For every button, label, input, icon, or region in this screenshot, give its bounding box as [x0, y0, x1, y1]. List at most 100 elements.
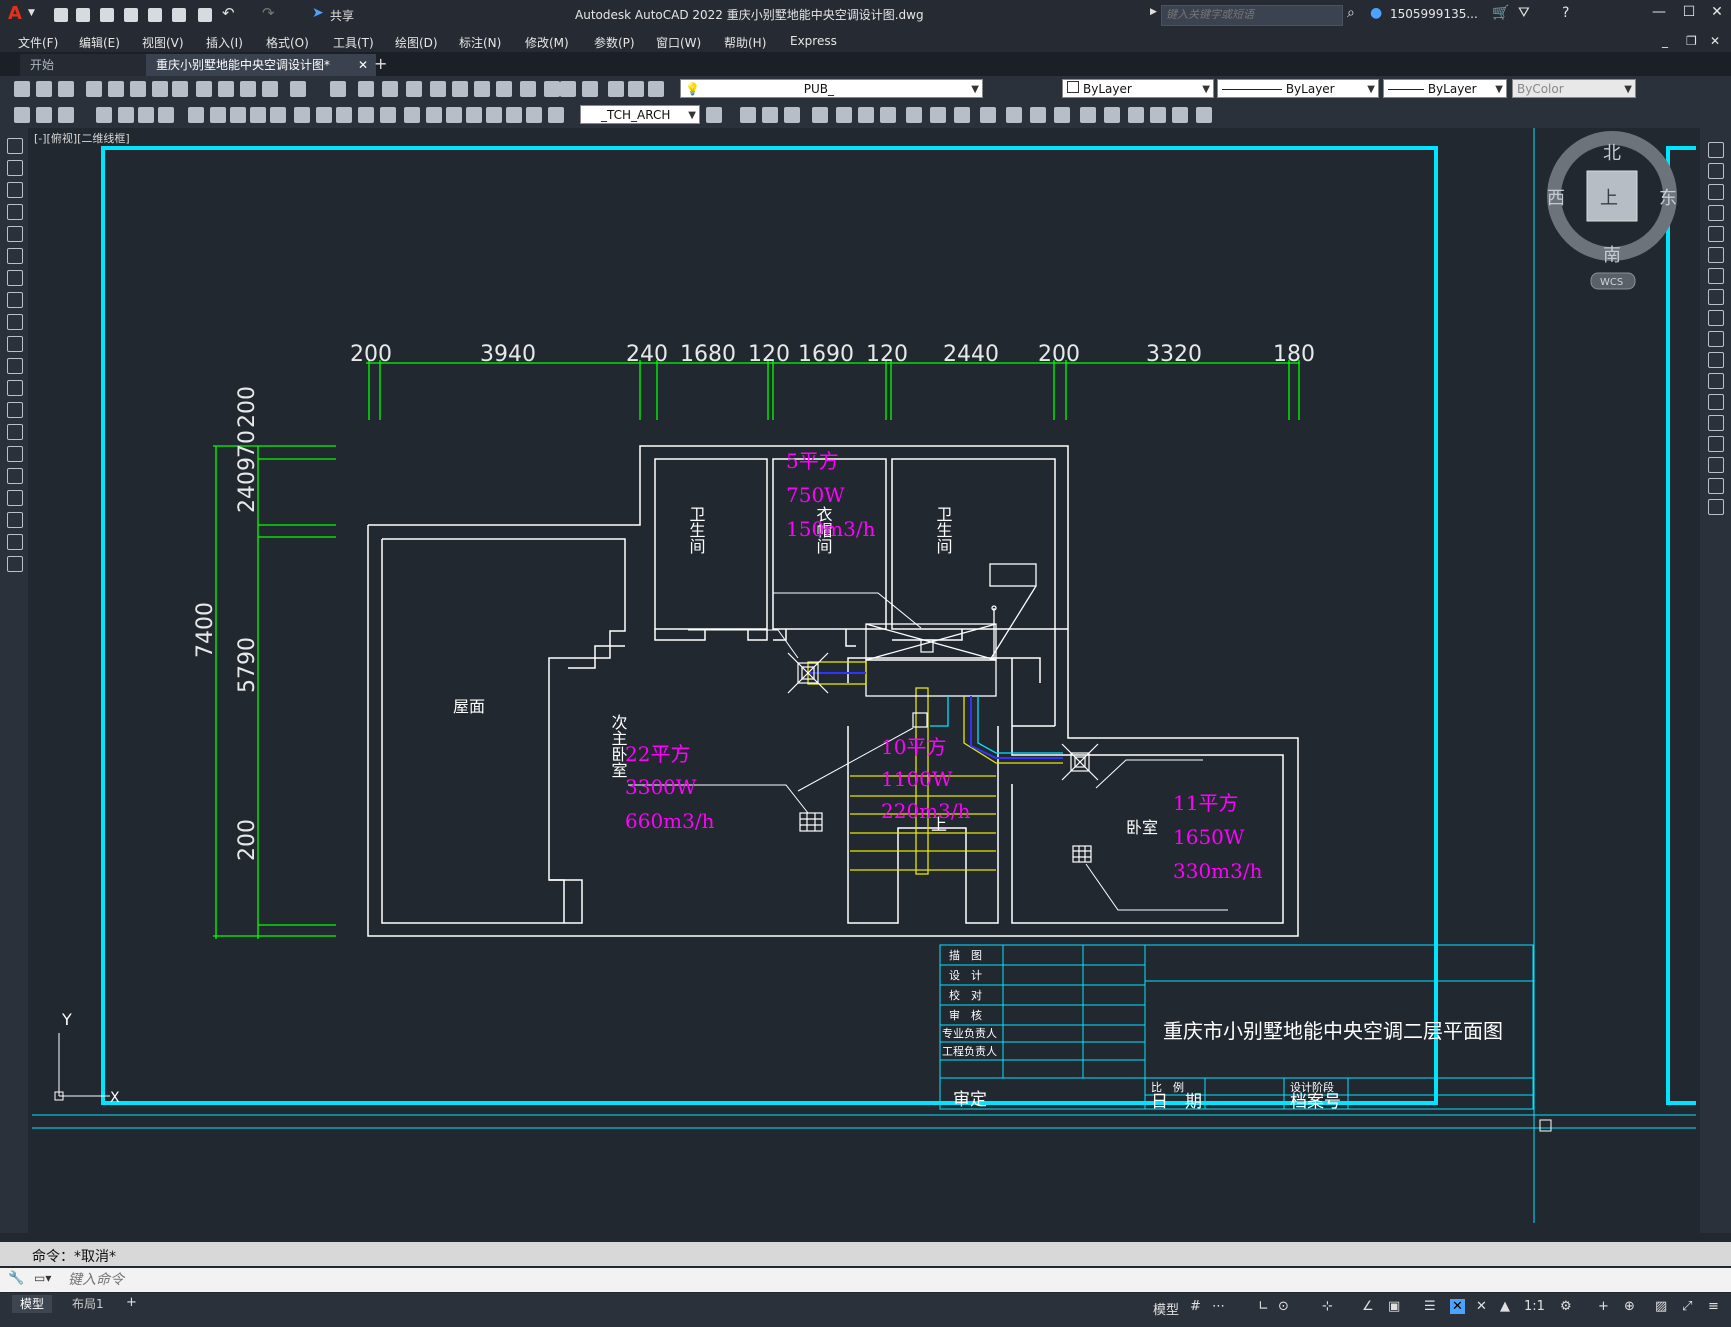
draw-tool-icon-17[interactable] — [7, 512, 23, 528]
tangent-tool-icon-5[interactable] — [138, 107, 154, 123]
standard-tool-icon-20[interactable] — [496, 81, 512, 97]
tangent-tool-icon-7[interactable] — [188, 107, 204, 123]
standard-tool-icon-26[interactable] — [628, 81, 644, 97]
draw-tool-icon-3[interactable] — [7, 204, 23, 220]
draw-tool-icon-8[interactable] — [7, 314, 23, 330]
transparency-icon[interactable]: ▣ — [1388, 1299, 1400, 1314]
standard-tool-icon-15[interactable] — [382, 81, 398, 97]
draw-tool-icon-18[interactable] — [7, 534, 23, 550]
modify-tool-icon-3[interactable] — [1708, 205, 1724, 221]
autodesk-icon[interactable]: ⛛ — [1518, 5, 1530, 21]
tangent-tool-icon-10[interactable] — [250, 107, 266, 123]
standard-tool-icon-25[interactable] — [608, 81, 624, 97]
tangent-tool-icon-14[interactable] — [336, 107, 352, 123]
search-expand-icon[interactable]: ▶ — [1150, 7, 1157, 17]
textstyle-combo[interactable]: _TCH_ARCH ▼ — [580, 105, 700, 124]
autocad-logo-icon[interactable]: A — [8, 3, 22, 24]
standard-tool-icon-18[interactable] — [452, 81, 468, 97]
tangent-tool-icon-26[interactable] — [740, 107, 756, 123]
tangent-tool-icon-22[interactable] — [506, 107, 522, 123]
draw-tool-icon-16[interactable] — [7, 490, 23, 506]
redo-icon[interactable]: ↷ — [262, 4, 275, 22]
draw-tool-icon-9[interactable] — [7, 336, 23, 352]
save-icon[interactable] — [100, 8, 114, 22]
menu-modify[interactable]: 修改(M) — [525, 34, 569, 51]
tangent-tool-icon-45[interactable] — [1196, 107, 1212, 123]
saveas-icon[interactable] — [124, 8, 138, 22]
annotation-scale-icon[interactable]: ▲ — [1500, 1299, 1510, 1314]
modify-tool-icon-10[interactable] — [1708, 352, 1724, 368]
standard-tool-icon-22[interactable] — [544, 81, 560, 97]
osnap-icon[interactable]: ⊹ — [1322, 1299, 1333, 1314]
drawing-canvas[interactable]: [-][俯视][二维线框] 200 3940 240 1680 120 1690… — [28, 128, 1700, 1233]
tangent-tool-icon-39[interactable] — [1054, 107, 1070, 123]
publish-icon[interactable] — [148, 8, 162, 22]
menu-window[interactable]: 窗口(W) — [656, 34, 701, 51]
search-icon[interactable]: ⌕ — [1347, 5, 1355, 21]
auto-scale-icon[interactable]: ✕ — [1476, 1299, 1487, 1314]
standard-tool-icon-6[interactable] — [152, 81, 168, 97]
standard-tool-icon-9[interactable] — [218, 81, 234, 97]
doc-restore-icon[interactable]: ❐ — [1686, 34, 1697, 48]
modify-tool-icon-13[interactable] — [1708, 415, 1724, 431]
standard-tool-icon-12[interactable] — [290, 81, 306, 97]
draw-tool-icon-4[interactable] — [7, 226, 23, 242]
color-combo[interactable]: ByLayer ▼ — [1062, 79, 1214, 98]
tangent-tool-icon-23[interactable] — [526, 107, 542, 123]
search-box[interactable] — [1161, 5, 1343, 26]
layer-combo[interactable]: 💡 PUB_ ▼ — [680, 79, 983, 98]
tangent-tool-icon-35[interactable] — [954, 107, 970, 123]
add-layout-icon[interactable]: + — [126, 1295, 137, 1310]
tangent-tool-icon-25[interactable] — [706, 107, 722, 123]
draw-tool-icon-13[interactable] — [7, 424, 23, 440]
draw-tool-icon-7[interactable] — [7, 292, 23, 308]
cart-icon[interactable]: 🛒 — [1492, 5, 1509, 21]
wrench-icon[interactable]: 🔧 — [8, 1271, 24, 1286]
customize-icon[interactable]: ≡ — [1708, 1299, 1719, 1314]
tangent-tool-icon-40[interactable] — [1080, 107, 1096, 123]
tangent-tool-icon-24[interactable] — [548, 107, 564, 123]
command-line[interactable]: 🔧 ▭▾ — [0, 1268, 1731, 1292]
menu-format[interactable]: 格式(O) — [266, 34, 309, 51]
tangent-tool-icon-1[interactable] — [36, 107, 52, 123]
modify-tool-icon-6[interactable] — [1708, 268, 1724, 284]
command-input[interactable] — [66, 1270, 670, 1290]
search-input[interactable] — [1162, 6, 1340, 23]
plot-icon[interactable] — [198, 8, 212, 22]
polar-icon[interactable]: ⊙ — [1278, 1299, 1289, 1314]
modify-tool-icon-7[interactable] — [1708, 289, 1724, 305]
tangent-tool-icon-32[interactable] — [880, 107, 896, 123]
user-icon[interactable]: ● — [1370, 5, 1382, 21]
doc-close-icon[interactable]: ✕ — [1710, 34, 1720, 48]
plotstyle-combo[interactable]: ByColor ▼ — [1512, 79, 1636, 98]
tangent-tool-icon-34[interactable] — [930, 107, 946, 123]
modify-tool-icon-14[interactable] — [1708, 436, 1724, 452]
menu-edit[interactable]: 编辑(E) — [79, 34, 120, 51]
settings-icon[interactable]: ⚙ — [1560, 1299, 1572, 1314]
tangent-tool-icon-16[interactable] — [380, 107, 396, 123]
menu-dimension[interactable]: 标注(N) — [459, 34, 501, 51]
standard-tool-icon-4[interactable] — [108, 81, 124, 97]
minimize-icon[interactable]: — — [1646, 4, 1672, 20]
modify-tool-icon-11[interactable] — [1708, 373, 1724, 389]
tangent-tool-icon-11[interactable] — [270, 107, 286, 123]
standard-tool-icon-1[interactable] — [36, 81, 52, 97]
menu-file[interactable]: 文件(F) — [18, 34, 58, 51]
modify-tool-icon-9[interactable] — [1708, 331, 1724, 347]
menu-parametric[interactable]: 参数(P) — [594, 34, 635, 51]
help-icon[interactable]: ? — [1562, 5, 1569, 21]
tangent-tool-icon-31[interactable] — [858, 107, 874, 123]
tangent-tool-icon-33[interactable] — [906, 107, 922, 123]
draw-tool-icon-14[interactable] — [7, 446, 23, 462]
menu-help[interactable]: 帮助(H) — [724, 34, 766, 51]
open-icon[interactable] — [76, 8, 90, 22]
tangent-tool-icon-30[interactable] — [836, 107, 852, 123]
tangent-tool-icon-36[interactable] — [980, 107, 996, 123]
tangent-tool-icon-6[interactable] — [158, 107, 174, 123]
modify-tool-icon-5[interactable] — [1708, 247, 1724, 263]
menu-tools[interactable]: 工具(T) — [333, 34, 374, 51]
standard-tool-icon-19[interactable] — [474, 81, 490, 97]
standard-tool-icon-2[interactable] — [58, 81, 74, 97]
tangent-tool-icon-18[interactable] — [426, 107, 442, 123]
tangent-tool-icon-4[interactable] — [118, 107, 134, 123]
